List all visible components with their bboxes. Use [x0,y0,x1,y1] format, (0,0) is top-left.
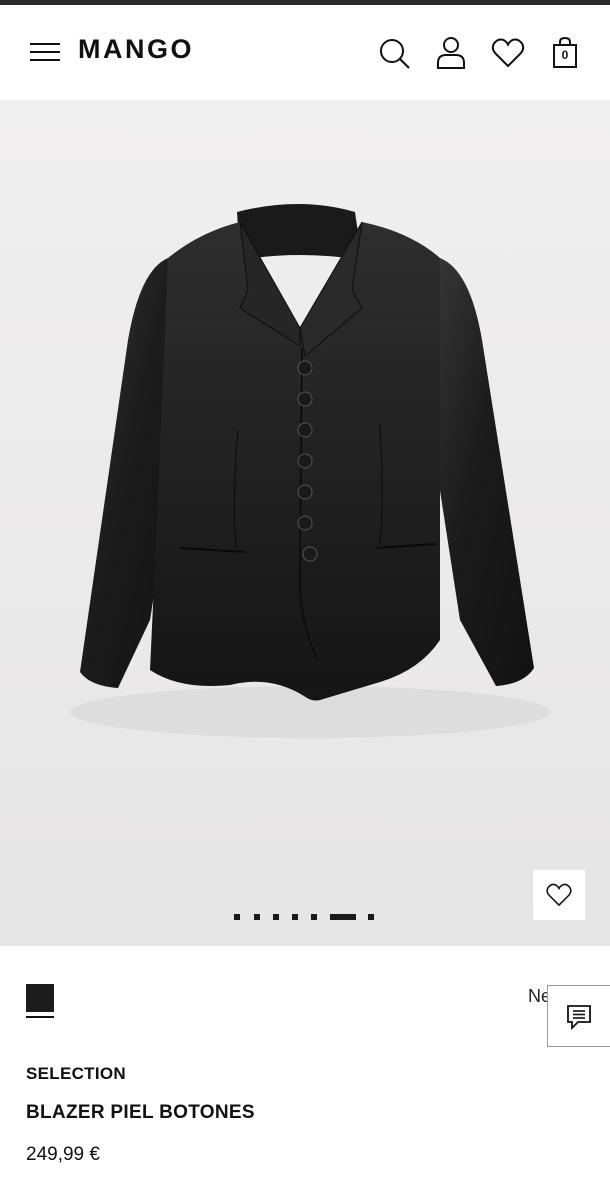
bag-icon[interactable]: 0 [547,35,583,71]
gallery-dot[interactable] [292,914,298,920]
user-icon[interactable] [433,35,469,71]
menu-icon-bar-bottom [30,59,60,61]
chat-button[interactable] [547,985,610,1047]
menu-icon-bar-middle [30,51,60,53]
mango-logo[interactable]: MANGO [78,34,194,65]
color-swatch-negro[interactable] [26,984,54,1012]
menu-button[interactable] [30,39,62,65]
heart-icon[interactable] [490,35,526,71]
product-name: BLAZER PIEL BOTONES [26,1102,255,1123]
gallery-dot[interactable] [368,914,374,920]
product-gallery[interactable] [0,100,610,946]
search-icon[interactable] [376,35,412,71]
product-price: 249,99 € [26,1144,100,1165]
gallery-dot[interactable] [254,914,260,920]
product-line-label: SELECTION [26,1064,126,1083]
cart-count: 0 [561,48,569,62]
gallery-dot[interactable] [273,914,279,920]
gallery-dot-active[interactable] [330,914,356,920]
site-header: MANGO 0 [0,5,610,100]
menu-icon-bar-top [30,43,60,45]
heart-icon [546,883,572,907]
chat-icon [567,1005,591,1030]
add-to-wishlist-button[interactable] [533,870,585,920]
product-image [70,204,550,738]
gallery-dot[interactable] [234,914,240,920]
swatch-selected-indicator [26,1016,54,1018]
gallery-dot[interactable] [311,914,317,920]
